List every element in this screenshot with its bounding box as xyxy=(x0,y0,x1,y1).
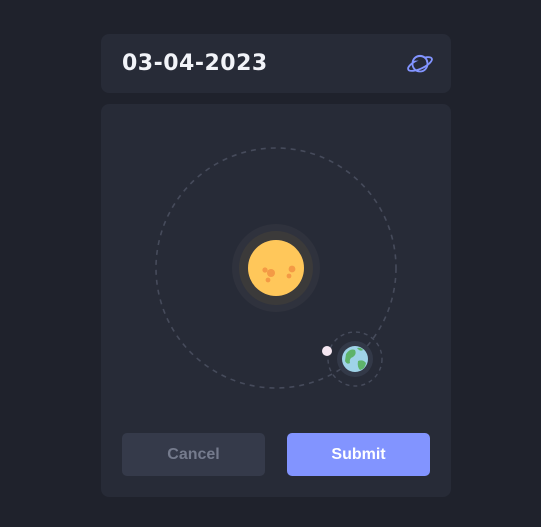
date-field[interactable]: 03-04-2023 xyxy=(101,34,451,93)
planet-icon[interactable] xyxy=(406,51,434,77)
sun-icon xyxy=(248,240,304,296)
submit-button[interactable]: Submit xyxy=(287,433,430,476)
solar-system-illustration xyxy=(155,147,397,389)
date-value: 03-04-2023 xyxy=(122,51,268,76)
earth-icon xyxy=(337,341,373,377)
orbit-panel: Cancel Submit xyxy=(101,104,451,497)
moon-icon xyxy=(322,346,332,356)
cancel-button[interactable]: Cancel xyxy=(122,433,265,476)
